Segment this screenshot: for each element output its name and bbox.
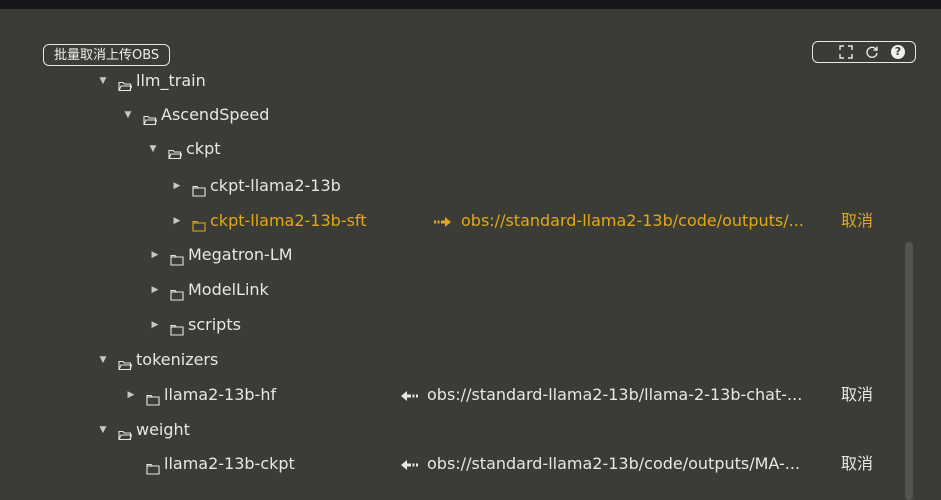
caret-right-icon[interactable]: ▶ — [172, 207, 182, 235]
folder-icon — [170, 283, 184, 301]
tree-item-label[interactable]: ckpt-llama2-13b-sft — [210, 207, 367, 235]
tree-item-label[interactable]: weight — [136, 416, 190, 444]
tree-row[interactable]: ▼ llm_train — [0, 67, 900, 95]
caret-down-icon[interactable]: ▼ — [98, 416, 108, 444]
tree-row[interactable]: ▶ Megatron-LM — [0, 241, 900, 269]
top-bar — [0, 0, 941, 9]
folder-icon — [146, 388, 160, 406]
tree-row[interactable]: ▶ ckpt-llama2-13b — [0, 172, 900, 200]
toolbar-icons: ? — [812, 41, 916, 63]
caret-right-icon[interactable]: ▶ — [126, 381, 136, 409]
tree-row[interactable]: ▶ ckpt-llama2-13b-sft obs://standard-llama… — [0, 207, 900, 235]
tree-item-label[interactable]: AscendSpeed — [161, 101, 269, 129]
cancel-link[interactable]: 取消 — [841, 207, 873, 235]
refresh-icon[interactable] — [865, 45, 879, 59]
tree-row[interactable]: ▼ tokenizers — [0, 346, 900, 374]
tree-row[interactable]: ▶ ModelLink — [0, 276, 900, 304]
obs-path: obs://standard-llama2-13b/code/outputs/M… — [427, 454, 801, 473]
caret-down-icon[interactable]: ▼ — [123, 101, 133, 129]
folder-open-icon — [118, 353, 133, 371]
cancel-link[interactable]: 取消 — [841, 381, 873, 409]
fullscreen-icon[interactable] — [839, 45, 853, 59]
tree-row[interactable]: llama2-13b-ckpt obs://standard-llama2-13b… — [0, 450, 900, 478]
cancel-link[interactable]: 取消 — [841, 450, 873, 478]
folder-open-icon — [118, 423, 133, 441]
tree-row[interactable]: ▼ AscendSpeed — [0, 101, 900, 129]
folder-icon — [170, 318, 184, 336]
folder-open-icon — [168, 142, 183, 160]
folder-icon — [192, 214, 206, 232]
tree-row[interactable]: ▼ ckpt — [0, 135, 900, 163]
tree-item-label[interactable]: ModelLink — [188, 276, 269, 304]
tree-item-label[interactable]: llm_train — [136, 67, 206, 95]
file-tree-panel: 批量取消上传OBS ? ▼ llm_train ▼ AscendSpeed ▼ ckpt ▶… — [0, 9, 941, 500]
caret-right-icon[interactable]: ▶ — [150, 276, 160, 304]
caret-down-icon[interactable]: ▼ — [148, 135, 158, 163]
folder-open-icon — [118, 74, 133, 92]
folder-icon — [146, 457, 160, 475]
upload-arrow-icon — [434, 216, 451, 227]
scrollbar[interactable] — [905, 242, 913, 500]
tree-row[interactable]: ▶ scripts — [0, 311, 900, 339]
tree-item-label[interactable]: llama2-13b-hf — [164, 381, 276, 409]
obs-mapping: obs://standard-llama2-13b/llama-2-13b-ch… — [400, 381, 802, 409]
obs-path: obs://standard-llama2-13b/llama-2-13b-ch… — [427, 385, 803, 404]
obs-path: obs://standard-llama2-13b/code/outputs/.… — [461, 211, 804, 230]
help-icon[interactable]: ? — [891, 45, 905, 59]
caret-right-icon[interactable]: ▶ — [172, 172, 182, 200]
folder-icon — [170, 248, 184, 266]
caret-right-icon[interactable]: ▶ — [150, 241, 160, 269]
caret-right-icon[interactable]: ▶ — [150, 311, 160, 339]
folder-open-icon — [143, 108, 158, 126]
folder-icon — [192, 179, 206, 197]
caret-down-icon[interactable]: ▼ — [98, 346, 108, 374]
download-arrow-icon — [401, 390, 418, 401]
download-arrow-icon — [401, 459, 418, 470]
batch-cancel-upload-button[interactable]: 批量取消上传OBS — [43, 44, 171, 66]
tree-item-label[interactable]: tokenizers — [136, 346, 218, 374]
tree-item-label[interactable]: scripts — [188, 311, 241, 339]
tree-item-label[interactable]: ckpt — [186, 135, 221, 163]
tree-item-label[interactable]: llama2-13b-ckpt — [164, 450, 295, 478]
caret-down-icon[interactable]: ▼ — [98, 67, 108, 95]
tree-row[interactable]: ▼ weight — [0, 416, 900, 444]
obs-mapping: obs://standard-llama2-13b/code/outputs/.… — [434, 207, 804, 235]
tree-item-label[interactable]: Megatron-LM — [188, 241, 293, 269]
obs-mapping: obs://standard-llama2-13b/code/outputs/M… — [400, 450, 800, 478]
tree-item-label[interactable]: ckpt-llama2-13b — [210, 172, 341, 200]
tree-row[interactable]: ▶ llama2-13b-hf obs://standard-llama2-13b/… — [0, 381, 900, 409]
